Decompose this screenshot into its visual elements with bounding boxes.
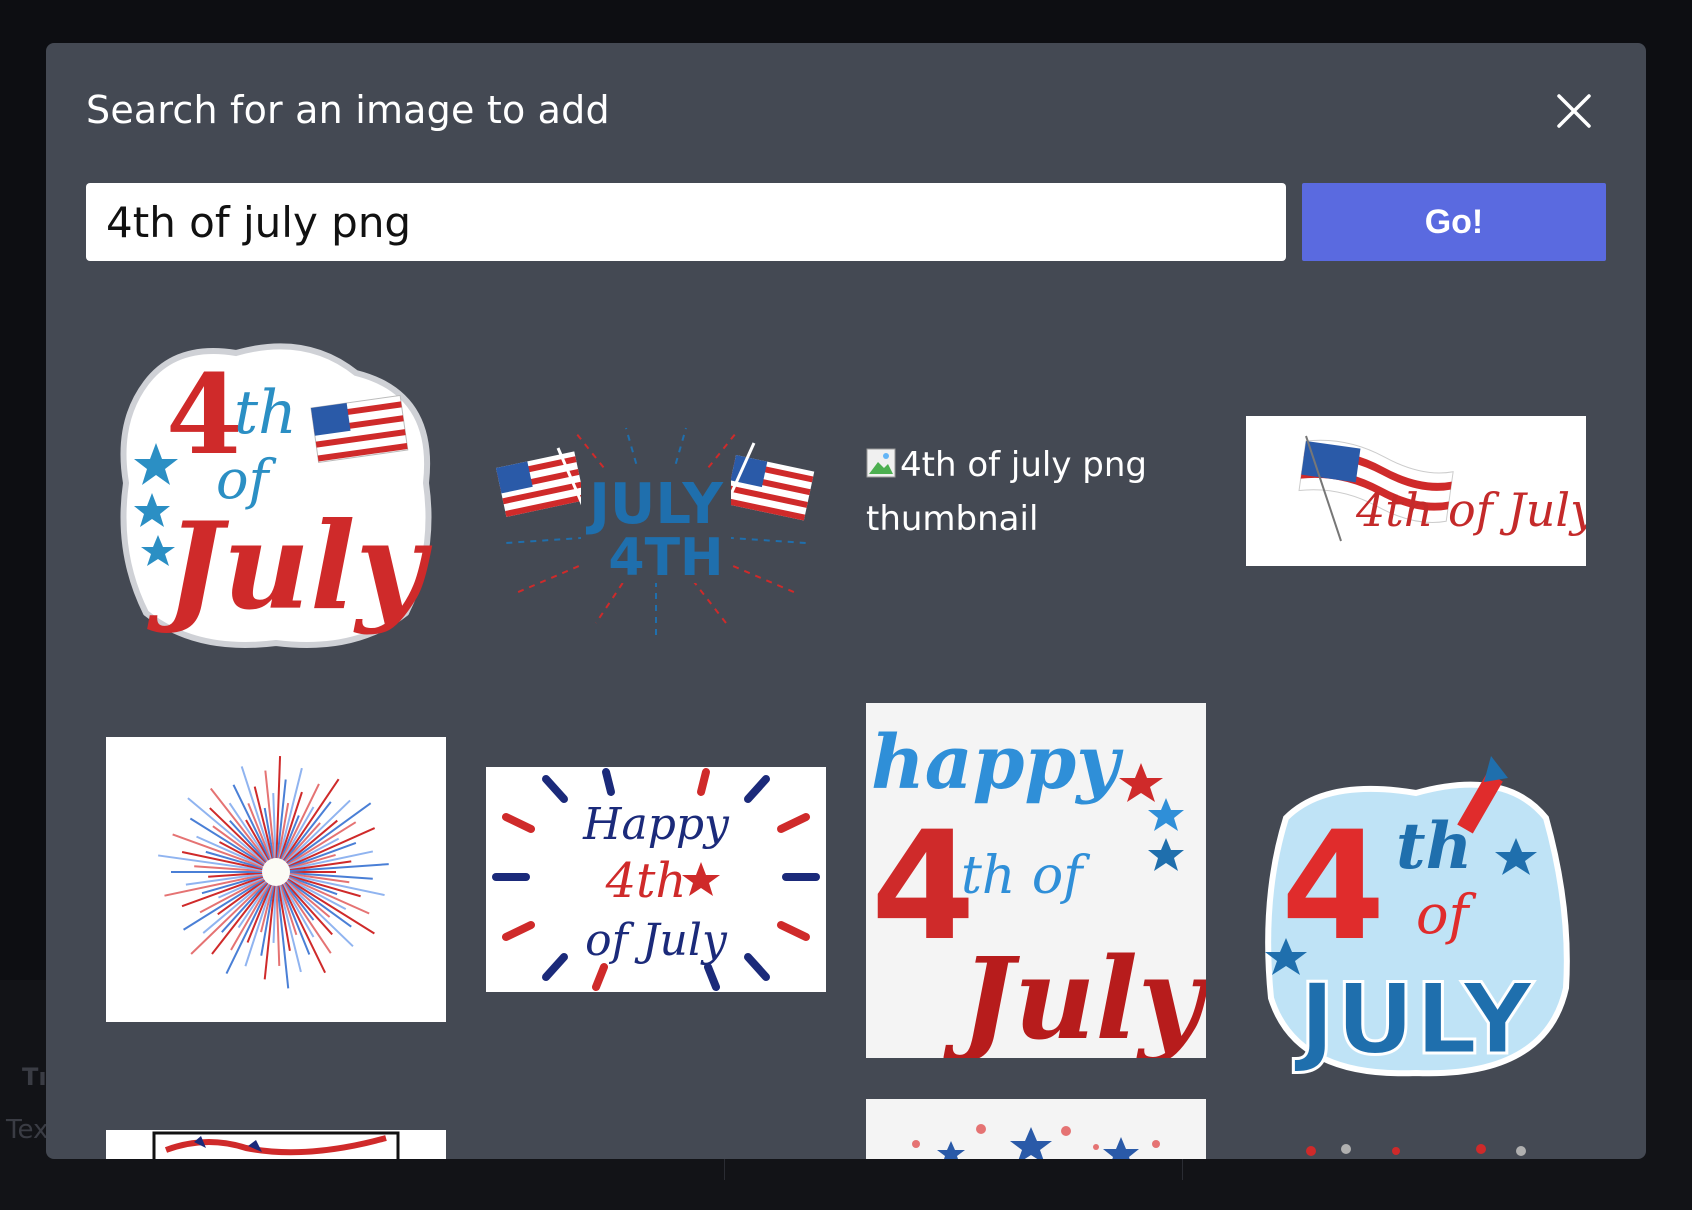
result-thumbnail: 4th of July [1298, 435, 1586, 542]
svg-text:July: July [147, 496, 433, 637]
result-thumbnail: happy 4 th of July [871, 720, 1206, 1058]
svg-text:JULY: JULY [1293, 963, 1534, 1077]
svg-text:4: 4 [1281, 800, 1385, 974]
result-thumbnail [152, 1131, 400, 1159]
result-image-4[interactable]: 4th of July [1246, 416, 1586, 566]
result-image-6[interactable]: Happy 4th of July [486, 767, 826, 992]
result-image-3-broken[interactable]: 4th of july png thumbnail [866, 438, 1186, 546]
svg-text:4TH: 4TH [608, 528, 723, 588]
firework-ray [280, 882, 326, 974]
result-image-5[interactable] [106, 737, 446, 1022]
svg-text:th: th [234, 378, 297, 448]
svg-text:of July: of July [585, 915, 728, 966]
svg-text:4: 4 [871, 800, 975, 974]
result-thumbnail: JULY 4TH [495, 427, 815, 638]
result-image-9[interactable] [106, 1130, 446, 1159]
result-thumbnail [1306, 1144, 1526, 1156]
result-thumbnail: Happy 4th of July [492, 768, 820, 991]
result-thumbnail [158, 756, 389, 989]
background-label: Tı [22, 1063, 47, 1091]
svg-text:th of: th of [961, 846, 1090, 906]
svg-text:happy: happy [871, 720, 1124, 806]
svg-text:July: July [943, 934, 1206, 1058]
result-image-7[interactable]: happy 4 th of July [866, 703, 1206, 1058]
result-image-8[interactable]: 4 th of JULY [1246, 748, 1586, 1093]
svg-text:4th: 4th [605, 853, 687, 909]
broken-image-alt-text: 4th of july png thumbnail [866, 445, 1147, 539]
broken-image-icon [866, 448, 896, 478]
svg-text:Happy: Happy [582, 799, 730, 850]
firework-core [262, 858, 290, 886]
result-image-1[interactable]: 4 th of July [106, 323, 446, 663]
background-sublabel: Tex [6, 1115, 49, 1145]
result-thumbnail: 4 th of July [120, 343, 433, 648]
result-thumbnail: 4 th of JULY [1265, 756, 1570, 1079]
image-search-dialog: Search for an image to add Go! 4 th of J… [46, 43, 1646, 1159]
result-image-2[interactable]: JULY 4TH [486, 423, 826, 643]
result-image-10[interactable] [866, 1099, 1206, 1159]
result-image-11[interactable] [1246, 1139, 1586, 1159]
svg-text:of: of [1416, 883, 1477, 946]
svg-text:4th of July: 4th of July [1355, 483, 1586, 537]
results-grid: 4 th of July JULY 4TH 4th of july png th… [46, 43, 1646, 1159]
result-thumbnail [912, 1124, 1160, 1159]
